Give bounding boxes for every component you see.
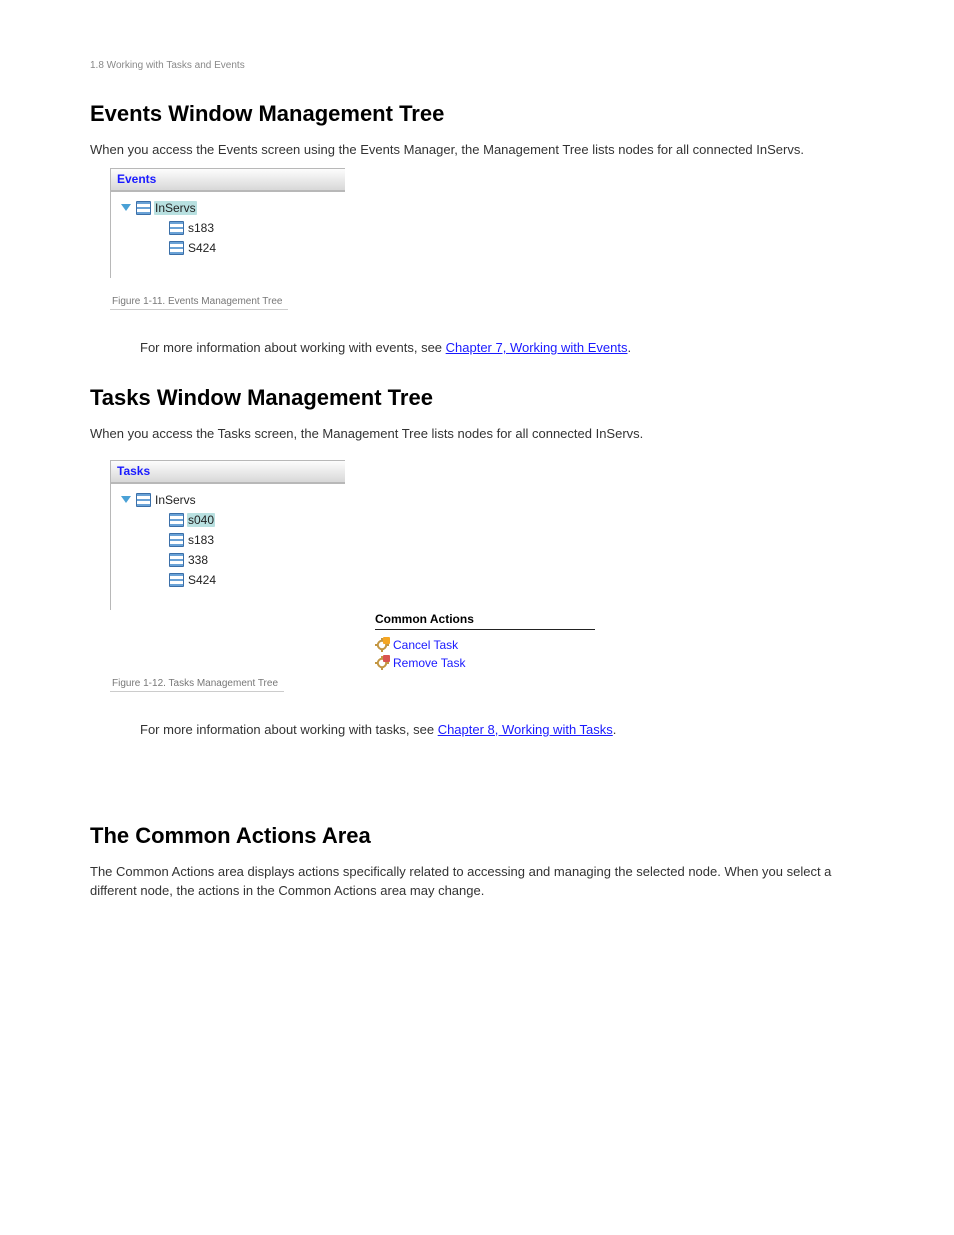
system-icon [169, 573, 184, 587]
system-icon [136, 493, 151, 507]
common-actions-area-body: The Common Actions area displays actions… [90, 863, 864, 901]
tasks-more-post: . [613, 722, 617, 737]
collapse-toggle-icon[interactable] [121, 496, 131, 503]
tasks-chapter-link[interactable]: Chapter 8, Working with Tasks [438, 722, 613, 737]
tree-root-inservs[interactable]: InServs [115, 490, 341, 510]
system-icon [169, 553, 184, 567]
events-tree[interactable]: InServs s183 S424 [111, 192, 345, 278]
action-remove-task[interactable]: Remove Task [375, 654, 595, 672]
tree-item[interactable]: s183 [115, 530, 341, 550]
tree-item[interactable]: S424 [115, 570, 341, 590]
tasks-more-pre: For more information about working with … [140, 722, 438, 737]
tree-item-label: S424 [187, 241, 217, 255]
events-more-pre: For more information about working with … [140, 340, 446, 355]
events-panel-title: Events [111, 168, 345, 192]
common-actions-panel: Common Actions Cancel Task Remove Task [375, 612, 595, 672]
warn-badge-icon [383, 637, 390, 644]
tree-item-label: 338 [187, 553, 209, 567]
system-icon [169, 221, 184, 235]
system-icon [169, 241, 184, 255]
tree-item-label: S424 [187, 573, 217, 587]
tasks-panel-title: Tasks [111, 460, 345, 484]
events-chapter-link[interactable]: Chapter 7, Working with Events [446, 340, 628, 355]
delete-badge-icon [383, 655, 390, 662]
events-tree-panel: Events InServs s183 S424 [110, 168, 345, 278]
tasks-section-intro: When you access the Tasks screen, the Ma… [90, 425, 864, 444]
tasks-figure-caption: Figure 1-12. Tasks Management Tree [110, 678, 284, 692]
common-actions-heading: Common Actions [375, 612, 595, 630]
tree-item[interactable]: S424 [115, 238, 341, 258]
running-header: 1.8 Working with Tasks and Events [90, 60, 864, 71]
tree-item-label: s183 [187, 533, 215, 547]
events-more-info: For more information about working with … [140, 340, 864, 355]
tasks-more-info: For more information about working with … [140, 722, 864, 737]
tasks-section-heading: Tasks Window Management Tree [90, 385, 864, 411]
gear-warn-icon [375, 638, 389, 652]
action-label: Remove Task [393, 656, 465, 670]
events-more-post: . [627, 340, 631, 355]
system-icon [169, 533, 184, 547]
tree-item[interactable]: s040 [115, 510, 341, 530]
tasks-tree[interactable]: InServs s040 s183 338 [111, 484, 345, 610]
common-actions-area-heading: The Common Actions Area [90, 823, 864, 849]
tree-root-label: InServs [154, 201, 197, 215]
tasks-tree-panel: Tasks InServs s040 s183 [110, 460, 345, 610]
tree-item-label: s040 [187, 513, 215, 527]
system-icon [136, 201, 151, 215]
events-section-intro: When you access the Events screen using … [90, 141, 864, 160]
gear-delete-icon [375, 656, 389, 670]
tree-item[interactable]: 338 [115, 550, 341, 570]
tree-root-inservs[interactable]: InServs [115, 198, 341, 218]
collapse-toggle-icon[interactable] [121, 204, 131, 211]
events-figure-caption: Figure 1-11. Events Management Tree [110, 296, 288, 310]
system-icon [169, 513, 184, 527]
events-section-heading: Events Window Management Tree [90, 101, 864, 127]
action-label: Cancel Task [393, 638, 458, 652]
tree-root-label: InServs [154, 493, 197, 507]
action-cancel-task[interactable]: Cancel Task [375, 636, 595, 654]
tree-item[interactable]: s183 [115, 218, 341, 238]
tree-item-label: s183 [187, 221, 215, 235]
